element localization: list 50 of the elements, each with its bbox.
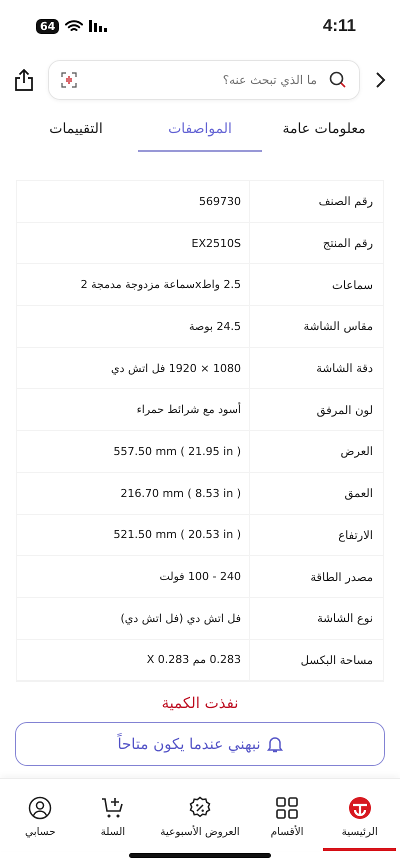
spec-value: 0.283 مم 0.283 X [146, 653, 242, 666]
spec-label: مصدر الطاقة [249, 556, 383, 597]
search-input[interactable]: ما الذي تبحث عنه؟ [87, 72, 319, 88]
bell-icon [266, 736, 283, 753]
battery-level: 64 [36, 18, 60, 34]
spec-label: الارتفاع [249, 514, 383, 556]
user-icon [28, 796, 52, 820]
spec-value: 2.5 واطxسماعة مزدوجة مدمجة 2 [80, 278, 242, 292]
back-chevron-icon[interactable] [374, 71, 386, 89]
spec-label: العرض [249, 431, 383, 472]
spec-value: 521.50 mm ( 20.53 in ) [112, 528, 242, 542]
cart-add-icon [100, 796, 125, 820]
spec-value: أسود مع شرائط حمراء [136, 403, 242, 416]
spec-label: مقاس الشاشة [249, 306, 383, 347]
spec-value: 569730 [198, 194, 242, 208]
tab[interactable]: معلومات عامة [262, 108, 386, 152]
wifi-icon [65, 20, 84, 32]
spec-value: 24.5 بوصة [188, 320, 242, 333]
logo-icon [348, 796, 372, 820]
spec-value: 557.50 mm ( 21.95 in ) [112, 444, 242, 458]
spec-label: رقم المنتج [249, 222, 383, 264]
nav-item[interactable]: العروض الأسبوعية [149, 779, 251, 852]
spec-value: 240 - 100 فولت [158, 570, 242, 584]
nav-item[interactable]: الأقسام [250, 779, 324, 852]
status-time: 4:11 [322, 16, 356, 36]
nav-item[interactable]: الرئيسية [323, 779, 396, 852]
notify-button[interactable]: نبهني عندما يكون متاحاً [15, 722, 385, 766]
spec-value: 1080 × 1920 فل اتش دي [110, 362, 242, 375]
spec-label: سماعات [249, 264, 383, 306]
stock-status: نفذت الكمية [160, 694, 240, 712]
spec-label: العمق [249, 472, 383, 514]
share-icon[interactable] [14, 68, 34, 92]
discount-badge-icon [188, 796, 212, 820]
tab[interactable]: التقييمات [14, 108, 138, 152]
spec-label: رقم الصنف [249, 181, 383, 222]
tab[interactable]: المواصفات [138, 108, 262, 152]
search-icon [329, 71, 347, 89]
spec-value: EX2510S [190, 236, 242, 250]
spec-label: مساحة البكسل [249, 640, 383, 680]
spec-value: فل اتش دي (فل اتش دي) [119, 612, 242, 625]
spec-value: 216.70 mm ( 8.53 in ) [119, 486, 242, 500]
spec-label: نوع الشاشة [249, 598, 383, 639]
signal-icon [89, 20, 108, 32]
spec-label: لون المرفق [249, 389, 383, 430]
spec-label: دقة الشاشة [249, 348, 383, 388]
grid-icon [275, 796, 300, 820]
voice-scan-icon[interactable] [61, 72, 77, 88]
nav-item[interactable]: حسابي [4, 779, 77, 852]
nav-item[interactable]: السلة [76, 779, 150, 852]
search-bar[interactable]: ما الذي تبحث عنه؟ [48, 60, 360, 100]
